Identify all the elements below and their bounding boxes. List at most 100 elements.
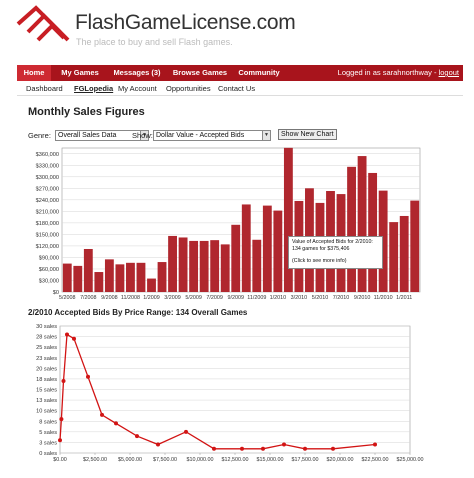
y-tick-label: 15 sales	[36, 388, 57, 394]
monthly-sales-chart: $0$30,000$60,000$90,000$120,000$150,000$…	[36, 147, 421, 301]
x-tick-label: 5/2009	[185, 295, 202, 301]
x-tick-label: 5/2010	[312, 295, 329, 301]
x-tick-label: $7,500.00	[153, 457, 177, 463]
x-tick-label: $0.00	[53, 457, 67, 463]
x-tick-label: $25,000.00	[397, 457, 424, 463]
y-tick-label: $180,000	[36, 221, 59, 227]
subnav-contact-us[interactable]: Contact Us	[218, 82, 255, 95]
bar	[189, 240, 199, 292]
show-label: Show:	[132, 131, 153, 140]
bar	[399, 215, 409, 292]
y-tick-label: 20 sales	[36, 366, 57, 372]
y-tick-label: 28 sales	[36, 335, 57, 341]
nav-messages[interactable]: Messages (3)	[109, 65, 165, 81]
bar	[252, 239, 262, 292]
chevron-down-icon: ▼	[262, 131, 270, 140]
nav-browse-games[interactable]: Browse Games	[169, 65, 231, 81]
x-tick-label: $5,000.00	[118, 457, 142, 463]
subnav-fglopedia[interactable]: FGLopedia	[74, 82, 113, 95]
genre-select-value: Overall Sales Data	[58, 132, 117, 139]
y-tick-label: 30 sales	[36, 324, 57, 330]
y-tick-label: 3 sales	[39, 440, 57, 446]
y-tick-label: $270,000	[36, 186, 59, 192]
y-tick-label: 23 sales	[36, 356, 57, 362]
x-tick-label: 7/2009	[206, 295, 223, 301]
bar	[115, 264, 125, 292]
bar	[83, 248, 93, 292]
x-tick-label: 3/2010	[291, 295, 308, 301]
x-tick-label: $10,000.00	[187, 457, 214, 463]
bar	[347, 166, 356, 292]
logout-link[interactable]: logout	[439, 68, 459, 77]
data-point	[135, 434, 139, 439]
x-tick-label: $20,000.00	[327, 457, 354, 463]
bar	[157, 262, 167, 292]
y-tick-label: $360,000	[36, 152, 59, 158]
show-select-value: Dollar Value - Accepted Bids	[156, 132, 245, 139]
data-point	[58, 438, 62, 443]
chart-tooltip[interactable]: Value of Accepted Bids for 2/2010: 134 g…	[288, 236, 383, 269]
y-tick-label: 10 sales	[36, 409, 57, 415]
bar	[126, 262, 135, 292]
price-range-chart-title: 2/2010 Accepted Bids By Price Range: 134…	[28, 308, 248, 317]
x-tick-label: 9/2009	[227, 295, 244, 301]
y-tick-label: $30,000	[39, 278, 59, 284]
y-tick-label: $210,000	[36, 209, 59, 215]
site-header: FlashGameLicense.com The place to buy an…	[0, 0, 474, 64]
logo-icon[interactable]	[14, 2, 74, 50]
price-range-chart: 0 sales3 sales5 sales8 sales10 sales13 s…	[36, 324, 424, 463]
data-point	[86, 374, 90, 379]
x-tick-label: 9/2010	[354, 295, 371, 301]
y-tick-label: 8 sales	[39, 419, 57, 425]
bar	[210, 240, 220, 292]
genre-label: Genre:	[28, 131, 51, 140]
bar	[73, 265, 83, 292]
subnav-dashboard[interactable]: Dashboard	[26, 82, 63, 95]
x-tick-label: 5/2008	[59, 295, 76, 301]
x-tick-label: 3/2009	[164, 295, 181, 301]
data-point	[331, 446, 335, 451]
data-point	[65, 332, 69, 337]
y-tick-label: $120,000	[36, 244, 59, 250]
y-tick-label: 18 sales	[36, 377, 57, 383]
bar	[168, 235, 177, 292]
bar	[147, 278, 156, 292]
data-point	[282, 442, 286, 447]
data-point	[212, 446, 216, 451]
nav-my-games[interactable]: My Games	[55, 65, 105, 81]
bar	[368, 172, 378, 292]
sub-nav: Dashboard FGLopedia My Account Opportuni…	[17, 81, 463, 96]
y-tick-label: $330,000	[36, 163, 59, 169]
tooltip-line-3: (Click to see more info)	[292, 258, 347, 264]
x-tick-label: 7/2010	[333, 295, 350, 301]
x-tick-label: $2,500.00	[83, 457, 107, 463]
bar	[178, 237, 188, 292]
show-new-chart-button[interactable]: Show New Chart	[278, 129, 337, 140]
bar	[104, 259, 114, 292]
nav-community[interactable]: Community	[235, 65, 283, 81]
x-tick-label: 9/2008	[101, 295, 118, 301]
data-point	[72, 336, 76, 341]
bar	[273, 210, 283, 292]
x-tick-label: $12,500.00	[222, 457, 249, 463]
data-point	[114, 421, 118, 426]
login-status: Logged in as sarahnorthway - logout	[338, 65, 459, 81]
x-tick-label: 1/2009	[143, 295, 160, 301]
show-select[interactable]: Dollar Value - Accepted Bids ▼	[153, 130, 271, 141]
x-tick-label: $17,500.00	[292, 457, 319, 463]
bar	[283, 147, 293, 292]
data-point	[261, 446, 265, 451]
nav-home[interactable]: Home	[17, 65, 51, 81]
subnav-my-account[interactable]: My Account	[118, 82, 157, 95]
y-tick-label: $60,000	[39, 267, 59, 273]
data-point	[59, 417, 64, 422]
x-tick-label: 11/2010	[374, 295, 393, 301]
data-point	[61, 379, 66, 384]
data-point	[303, 446, 307, 451]
subnav-opportunities[interactable]: Opportunities	[166, 82, 211, 95]
bar	[231, 224, 241, 292]
site-name: FlashGameLicense.com	[75, 11, 296, 34]
y-tick-label: 5 sales	[39, 430, 57, 436]
x-tick-label: 11/2008	[121, 295, 140, 301]
top-nav: Home My Games Messages (3) Browse Games …	[17, 65, 463, 81]
